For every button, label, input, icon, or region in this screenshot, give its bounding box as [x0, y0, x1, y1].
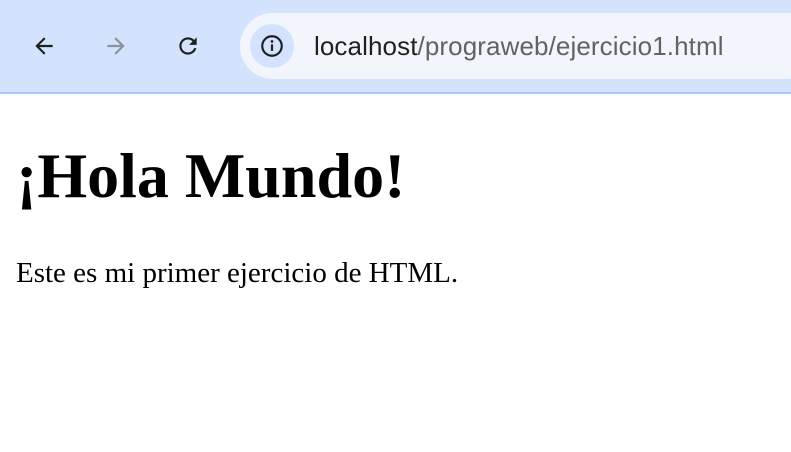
url-path: /prograweb/ejercicio1.html — [417, 31, 724, 61]
site-info-button[interactable] — [250, 24, 294, 68]
reload-icon — [179, 37, 197, 55]
browser-toolbar: localhost/prograweb/ejercicio1.html — [0, 0, 791, 94]
url-text[interactable]: localhost/prograweb/ejercicio1.html — [314, 30, 724, 62]
reload-button[interactable] — [166, 24, 210, 68]
info-icon — [261, 35, 283, 57]
page-heading: ¡Hola Mundo! — [16, 140, 406, 211]
url-host: localhost — [314, 31, 418, 61]
page-paragraph: Este es mi primer ejercicio de HTML. — [16, 257, 459, 289]
arrow-left-icon — [35, 37, 53, 55]
back-button[interactable] — [22, 24, 66, 68]
forward-button[interactable] — [94, 24, 138, 68]
arrow-right-icon — [107, 37, 125, 55]
address-bar[interactable]: localhost/prograweb/ejercicio1.html — [240, 13, 791, 79]
